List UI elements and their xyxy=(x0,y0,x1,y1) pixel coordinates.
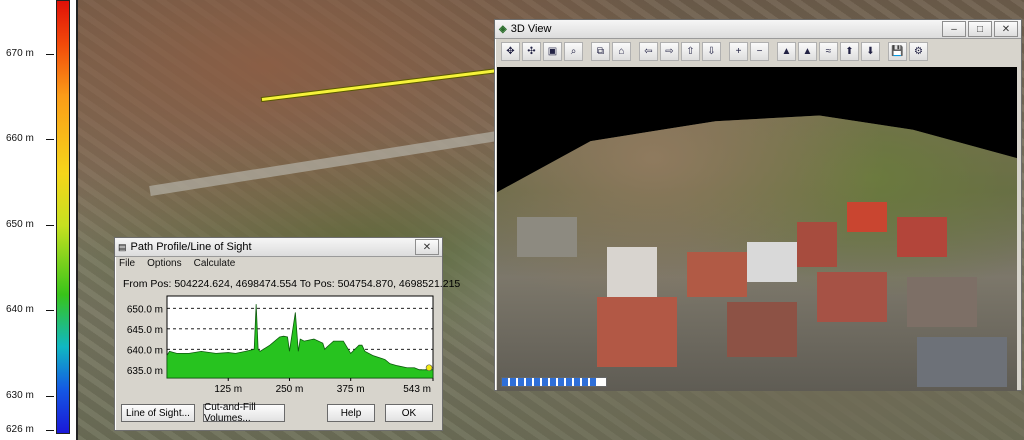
dialog-menubar: File Options Calculate xyxy=(119,258,235,269)
building xyxy=(517,217,577,257)
y-tick-label: 635.0 m xyxy=(127,366,163,377)
elevation-legend: 670 m 660 m 650 m 640 m 630 m 626 m xyxy=(0,0,78,440)
save-icon[interactable]: 💾 xyxy=(888,42,907,61)
water-icon[interactable]: ≈ xyxy=(819,42,838,61)
building xyxy=(847,202,887,232)
building xyxy=(597,297,677,367)
close-button[interactable]: ✕ xyxy=(415,239,439,255)
settings-icon[interactable]: ⚙ xyxy=(909,42,928,61)
endpoint-marker xyxy=(425,364,433,372)
pan-icon[interactable]: ✣ xyxy=(522,42,541,61)
legend-tick-label: 626 m xyxy=(6,424,34,435)
cut-fill-volumes-button[interactable]: Cut-and-Fill Volumes... xyxy=(203,402,285,424)
3d-view-window[interactable]: ◈ 3D View – □ ✕ ✥ ✣ ▣ ⌕ ⧉ ⌂ ⇦ ⇨ ⇧ ⇩ + − ▲ ▲ ≈ ⬆ ⬇ 💾 ⚙ xyxy=(494,19,1022,391)
x-tick-label: 543 m xyxy=(403,384,431,395)
path-profile-dialog[interactable]: ▤ Path Profile/Line of Sight ✕ File Opti… xyxy=(114,237,460,431)
legend-tick-label: 660 m xyxy=(6,133,34,145)
arrow-down-icon[interactable]: ⇩ xyxy=(702,42,721,61)
line-of-sight-button[interactable]: Line of Sight... xyxy=(121,404,195,422)
building xyxy=(687,252,747,297)
terrain-plus-icon[interactable]: ▲ xyxy=(798,42,817,61)
zoom-out-icon[interactable]: − xyxy=(750,42,769,61)
elevation-profile-chart[interactable]: 650.0 m 645.0 m 640.0 m 635.0 m 125 m 250 m 37… xyxy=(121,294,437,400)
x-tick-label: 250 m xyxy=(276,384,304,395)
legend-tick-label: 640 m xyxy=(6,304,34,316)
legend-tick-mark xyxy=(46,54,54,55)
arrow-left-icon[interactable]: ⇦ xyxy=(639,42,658,61)
arrow-right-icon[interactable]: ⇨ xyxy=(660,42,679,61)
menu-calculate[interactable]: Calculate xyxy=(194,258,236,269)
3d-view-title: 3D View xyxy=(510,23,552,35)
legend-tick-mark xyxy=(46,430,54,431)
3d-view-titlebar[interactable]: ◈ 3D View – □ ✕ xyxy=(495,20,1021,39)
path-profile-titlebar[interactable]: ▤ Path Profile/Line of Sight ✕ xyxy=(115,238,442,257)
menu-file[interactable]: File xyxy=(119,258,135,269)
maximize-button[interactable]: □ xyxy=(968,21,992,37)
building xyxy=(727,302,797,357)
home-icon[interactable]: ⌂ xyxy=(612,42,631,61)
terrain-icon[interactable]: ▲ xyxy=(777,42,796,61)
arrow-up-icon[interactable]: ⇧ xyxy=(681,42,700,61)
y-tick-label: 645.0 m xyxy=(127,325,163,336)
render-progress-bar xyxy=(501,377,607,387)
ok-button[interactable]: OK xyxy=(385,404,433,422)
menu-options[interactable]: Options xyxy=(147,258,181,269)
water-up-icon[interactable]: ⬆ xyxy=(840,42,859,61)
binoculars-icon[interactable]: ⌕ xyxy=(564,42,583,61)
layers-icon[interactable]: ▣ xyxy=(543,42,562,61)
legend-tick-label: 650 m xyxy=(6,218,34,230)
zoom-in-icon[interactable]: + xyxy=(729,42,748,61)
dialog-icon: ▤ xyxy=(118,241,127,252)
legend-tick-mark xyxy=(46,139,54,141)
path-profile-title: Path Profile/Line of Sight xyxy=(130,241,252,253)
close-button[interactable]: ✕ xyxy=(994,21,1018,37)
from-to-positions: From Pos: 504224.624, 4698474.554 To Pos… xyxy=(123,278,461,290)
water-down-icon[interactable]: ⬇ xyxy=(861,42,880,61)
building xyxy=(817,272,887,322)
building xyxy=(897,217,947,257)
move-icon[interactable]: ✥ xyxy=(501,42,520,61)
legend-tick-mark xyxy=(46,224,54,226)
y-tick-label: 650.0 m xyxy=(127,304,163,315)
building xyxy=(917,337,1007,387)
building xyxy=(747,242,797,282)
3d-view-toolbar: ✥ ✣ ▣ ⌕ ⧉ ⌂ ⇦ ⇨ ⇧ ⇩ + − ▲ ▲ ≈ ⬆ ⬇ 💾 ⚙ xyxy=(501,42,928,62)
legend-tick-mark xyxy=(46,395,54,397)
3d-scene-viewport[interactable] xyxy=(497,67,1017,391)
x-tick-label: 125 m xyxy=(214,384,242,395)
render-progress-fill xyxy=(502,378,596,386)
elevation-color-ramp xyxy=(56,0,70,434)
legend-tick-mark xyxy=(46,310,54,312)
y-tick-label: 640.0 m xyxy=(127,345,163,356)
minimize-button[interactable]: – xyxy=(942,21,966,37)
app-icon: ◈ xyxy=(499,23,507,35)
building xyxy=(797,222,837,267)
legend-tick-label: 630 m xyxy=(6,389,34,401)
legend-tick-label: 670 m xyxy=(6,48,34,59)
x-tick-label: 375 m xyxy=(337,384,365,395)
building xyxy=(907,277,977,327)
help-button[interactable]: Help xyxy=(327,404,375,422)
copy-icon[interactable]: ⧉ xyxy=(591,42,610,61)
